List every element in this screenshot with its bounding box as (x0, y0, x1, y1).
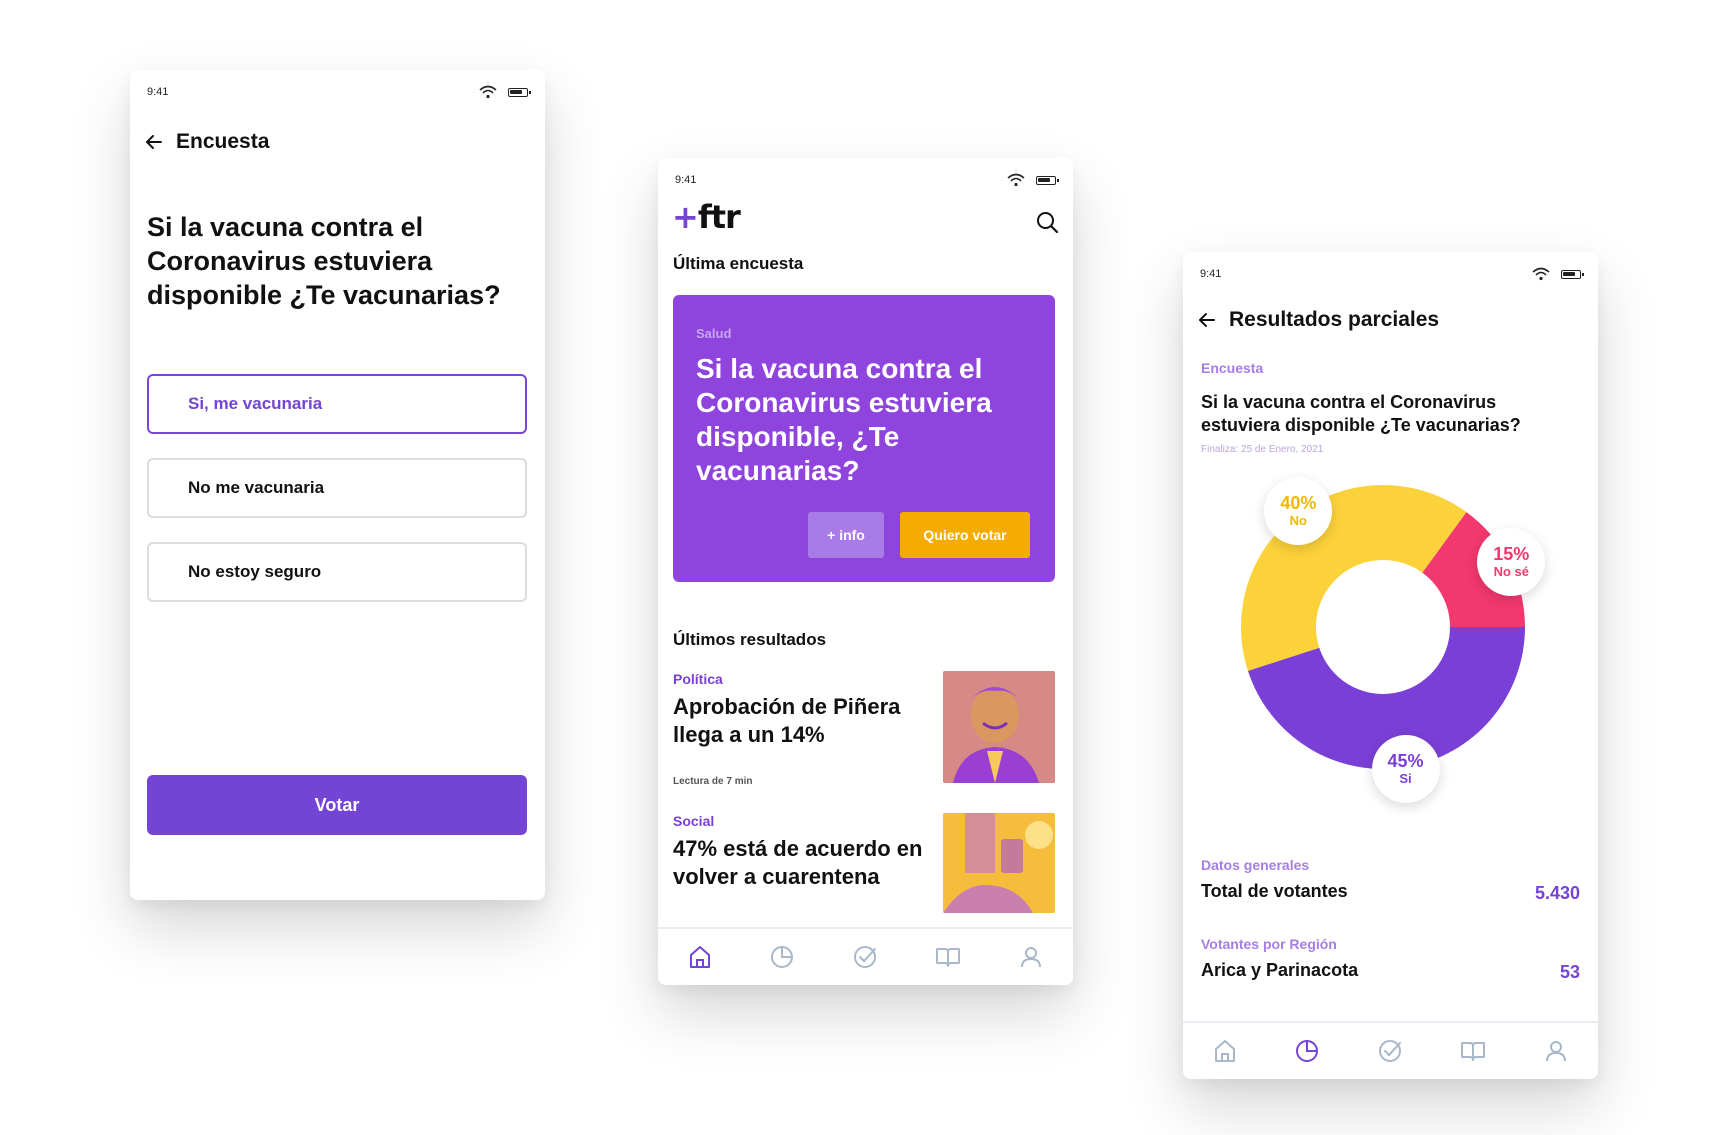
user-icon[interactable] (1017, 943, 1045, 971)
wifi-icon (1007, 173, 1025, 187)
region-voters-label: Votantes por Región (1201, 936, 1337, 952)
check-circle-icon[interactable] (851, 943, 879, 971)
back-arrow-icon[interactable] (144, 132, 164, 152)
status-time: 9:41 (675, 174, 697, 186)
page-title: Encuesta (176, 130, 270, 153)
bubble-no: 40% No (1264, 476, 1333, 545)
slice-percent: 15% (1493, 543, 1530, 564)
slice-name: No sé (1493, 563, 1529, 579)
wifi-icon (479, 85, 497, 99)
news-category: Política (673, 671, 723, 687)
vote-now-button[interactable]: Quiero votar (900, 512, 1030, 558)
latest-results-heading: Últimos resultados (673, 630, 827, 649)
option-si-me-vacunaria[interactable]: Si, me vacunaria (147, 374, 527, 434)
news-category: Social (673, 813, 715, 829)
slice-percent: 40% (1280, 492, 1317, 513)
survey-label: Encuesta (1201, 360, 1264, 376)
book-icon[interactable] (934, 943, 962, 971)
news-thumbnail-image (943, 671, 1055, 783)
wifi-icon (1532, 267, 1550, 281)
latest-poll-heading: Última encuesta (673, 254, 804, 273)
region-name: Arica y Parinacota (1201, 960, 1359, 980)
more-info-button[interactable]: + info (808, 512, 884, 558)
battery-icon (1036, 176, 1059, 185)
option-no-estoy-seguro[interactable]: No estoy seguro (147, 542, 527, 602)
region-value: 53 (1559, 962, 1580, 982)
news-title: Aprobación de Piñera llega a un 14% (673, 694, 901, 747)
app-logo: +ftr (672, 198, 741, 236)
read-time: Lectura de 7 min (673, 776, 753, 787)
poll-question: Si la vacuna contra el Coronavirus estuv… (696, 353, 992, 486)
home-icon[interactable] (1211, 1037, 1239, 1065)
survey-question: Si la vacuna contra el Coronavirus estuv… (147, 212, 501, 310)
header: Encuesta (144, 130, 269, 154)
bubble-no-se: 15% No sé (1477, 527, 1546, 596)
status-time: 9:41 (147, 86, 169, 98)
end-date: Finaliza: 25 de Enero, 2021 (1201, 444, 1324, 455)
total-voters-label: Total de votantes (1201, 881, 1348, 901)
survey-screen: 9:41 Encuesta Si la vacuna contra el Cor… (130, 70, 545, 900)
survey-question: Si la vacuna contra el Coronavirus estuv… (1201, 392, 1521, 435)
poll-category: Salud (696, 326, 732, 341)
check-circle-icon[interactable] (1376, 1037, 1404, 1065)
battery-icon (508, 88, 531, 97)
results-donut-chart: 45% Si 40% No 15% No sé (1183, 472, 1598, 804)
news-item[interactable]: Política Aprobación de Piñera llega a un… (673, 671, 1055, 787)
search-icon[interactable] (1035, 210, 1059, 234)
header: Resultados parciales (1197, 308, 1439, 332)
news-thumbnail-image (943, 813, 1055, 913)
back-arrow-icon[interactable] (1197, 310, 1217, 330)
status-time: 9:41 (1200, 268, 1222, 280)
poll-card[interactable]: Salud Si la vacuna contra el Coronavirus… (673, 295, 1055, 582)
total-voters-value: 5.430 (1534, 883, 1580, 903)
battery-icon (1561, 270, 1584, 279)
status-bar: 9:41 (658, 158, 1073, 198)
book-icon[interactable] (1459, 1037, 1487, 1065)
bubble-si: 45% Si (1371, 735, 1440, 804)
home-screen: 9:41 +ftr Última encuesta Salud Si la va… (658, 158, 1073, 985)
user-icon[interactable] (1542, 1037, 1570, 1065)
news-title: 47% está de acuerdo en volver a cuarente… (673, 836, 923, 889)
home-icon[interactable] (686, 943, 714, 971)
slice-name: No (1289, 512, 1308, 528)
results-screen: 9:41 Resultados parciales Encuesta Si la… (1183, 252, 1598, 1079)
status-bar: 9:41 (130, 70, 545, 110)
chart-pie-icon[interactable] (1293, 1037, 1321, 1065)
vote-button[interactable]: Votar (147, 775, 527, 835)
slice-name: Si (1399, 771, 1412, 787)
slice-percent: 45% (1387, 751, 1424, 772)
tab-bar (1183, 1021, 1598, 1079)
news-item[interactable]: Social 47% está de acuerdo en volver a c… (673, 813, 1055, 925)
tab-bar (658, 927, 1073, 985)
general-data-label: Datos generales (1201, 857, 1310, 873)
page-title: Resultados parciales (1229, 308, 1440, 331)
option-no-me-vacunaria[interactable]: No me vacunaria (147, 458, 527, 518)
chart-pie-icon[interactable] (768, 943, 796, 971)
status-bar: 9:41 (1183, 252, 1598, 292)
